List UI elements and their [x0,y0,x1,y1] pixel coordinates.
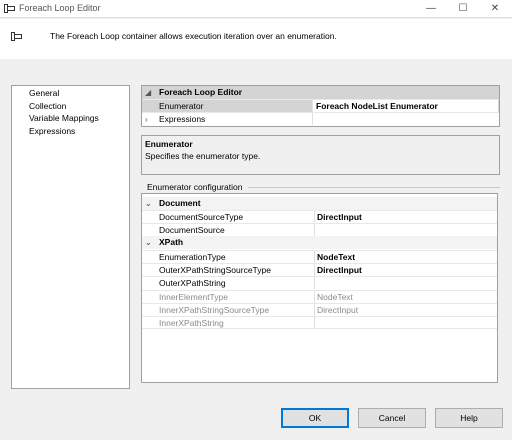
property-row[interactable]: OuterXPathString [142,276,497,289]
column-divider [314,291,315,303]
window-title: Foreach Loop Editor [19,3,101,13]
nav-item-variable-mappings[interactable]: Variable Mappings [29,113,99,123]
column-divider [312,113,313,125]
container-icon [11,32,22,41]
ok-button[interactable]: OK [281,408,349,428]
group-divider [248,187,500,188]
group-label: Enumerator configuration [147,182,243,192]
dialog-header: The Foreach Loop container allows execut… [0,19,512,59]
help-button[interactable]: Help [435,408,503,428]
nav-item-general[interactable]: General [29,88,59,98]
category-label: XPath [159,237,184,247]
editor-property-grid: ◢ Foreach Loop Editor Enumerator Foreach… [141,85,500,127]
property-name: Expressions [159,114,206,124]
property-row[interactable]: EnumerationType NodeText [142,250,497,263]
nav-item-expressions[interactable]: Expressions [29,126,75,136]
collapse-icon[interactable]: ◢ [145,86,151,99]
column-divider [314,224,315,236]
column-divider [314,251,315,263]
help-title: Enumerator [145,139,193,149]
column-divider [314,304,315,316]
column-divider [314,277,315,289]
nav-item-collection[interactable]: Collection [29,101,66,111]
close-button[interactable]: ✕ [480,0,510,18]
container-icon [4,4,15,13]
property-row-enumerator[interactable]: Enumerator Foreach NodeList Enumerator [142,99,499,113]
minimize-button[interactable]: — [416,0,446,18]
property-row: InnerElementType NodeText [142,290,497,303]
property-row: InnerXPathStringSourceType DirectInput [142,303,497,316]
category-row[interactable]: ◢ Foreach Loop Editor [142,86,499,99]
header-description: The Foreach Loop container allows execut… [50,31,337,41]
expand-icon[interactable]: › [145,113,148,126]
property-row[interactable]: DocumentSourceType DirectInput [142,210,497,223]
help-description: Specifies the enumerator type. [145,151,261,161]
category-row-xpath[interactable]: ⌄ XPath [142,236,497,249]
category-row-document[interactable]: ⌄ Document [142,197,497,210]
collapse-icon[interactable]: ⌄ [145,236,152,249]
collapse-icon[interactable]: ⌄ [145,197,152,210]
property-row[interactable]: DocumentSource [142,223,497,236]
cancel-button[interactable]: Cancel [358,408,426,428]
property-row: InnerXPathString [142,316,497,329]
maximize-button[interactable]: ☐ [448,0,478,18]
nav-list: General Collection Variable Mappings Exp… [11,85,130,389]
property-name: OuterXPathString [159,278,226,288]
column-divider [314,264,315,276]
property-help-box: Enumerator Specifies the enumerator type… [141,135,500,175]
property-row[interactable]: OuterXPathStringSourceType DirectInput [142,263,497,276]
property-name: InnerXPathString [159,318,224,328]
title-bar: Foreach Loop Editor — ☐ ✕ [0,0,512,18]
column-divider [314,211,315,223]
category-label: Foreach Loop Editor [159,87,243,97]
column-divider [314,317,315,328]
property-row-expressions[interactable]: › Expressions [142,112,499,125]
enumerator-config-grid: ⌄ Document DocumentSourceType DirectInpu… [141,193,498,383]
category-label: Document [159,198,201,208]
